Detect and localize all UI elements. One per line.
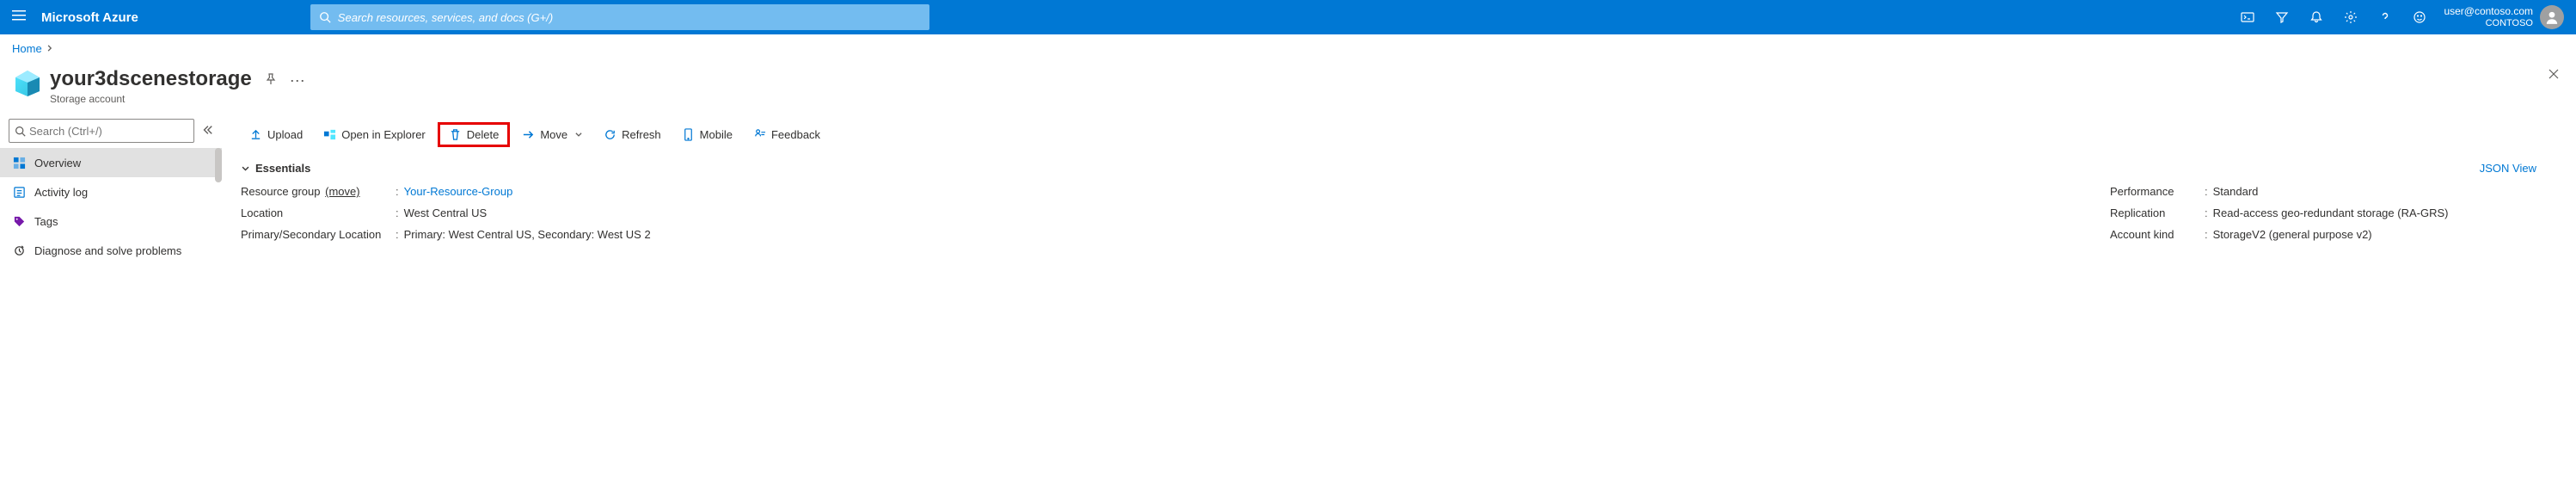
label-text: Account kind [2110,228,2205,241]
value-text: Standard [2213,185,2259,198]
json-view-link[interactable]: JSON View [2480,162,2536,175]
left-nav: Overview Activity log Tags Diagnose and … [0,114,222,265]
value-text: West Central US [404,206,488,219]
essentials-row-account-kind: Account kind : StorageV2 (general purpos… [2110,228,2557,241]
explorer-icon [323,128,336,141]
refresh-icon [604,128,616,141]
brand-label: Microsoft Azure [41,10,138,25]
move-label: Move [540,128,567,141]
directory-filter-button[interactable] [2265,0,2299,34]
essentials-row-location: Location : West Central US [241,206,2110,219]
upload-icon [249,128,262,141]
tags-icon [12,214,26,228]
page-subtitle: Storage account [50,93,252,105]
search-icon [319,11,331,23]
nav-search[interactable] [9,119,194,143]
more-actions-button[interactable]: ⋯ [290,72,307,90]
chevron-right-icon [46,42,54,55]
nav-item-activity-log[interactable]: Activity log [0,177,222,206]
delete-label: Delete [467,128,500,141]
overview-icon [12,156,26,169]
blade-header: your3dscenestorage Storage account ⋯ [0,62,2576,114]
trash-icon [449,128,462,141]
upload-button[interactable]: Upload [241,125,311,145]
feedback-label: Feedback [771,128,820,141]
global-header: Microsoft Azure user@contoso.com CONTOSO [0,0,2576,34]
essentials-row-resource-group: Resource group (move) : Your-Resource-Gr… [241,185,2110,198]
value-text: StorageV2 (general purpose v2) [2213,228,2372,241]
resource-group-link[interactable]: Your-Resource-Group [404,185,513,198]
collapse-nav-button[interactable] [201,124,213,139]
label-text: Replication [2110,206,2205,219]
search-icon [15,126,26,137]
nav-item-diagnose[interactable]: Diagnose and solve problems [0,236,222,265]
user-email: user@contoso.com [2444,5,2533,17]
nav-item-label: Overview [34,157,81,169]
move-button[interactable]: Move [513,125,592,145]
feedback-button[interactable]: Feedback [745,125,829,145]
scrollbar[interactable] [215,148,222,182]
feedback-smiley-button[interactable] [2402,0,2437,34]
value-text: Read-access geo-redundant storage (RA-GR… [2213,206,2449,219]
open-explorer-button[interactable]: Open in Explorer [315,125,434,145]
essentials-row-primary-secondary: Primary/Secondary Location : Primary: We… [241,228,2110,241]
nav-item-label: Tags [34,215,58,228]
diagnose-icon [12,243,26,257]
nav-item-overview[interactable]: Overview [0,148,222,177]
label-text: Performance [2110,185,2205,198]
hamburger-menu[interactable] [12,9,26,27]
mobile-icon [682,128,695,141]
refresh-label: Refresh [622,128,661,141]
content-area: Upload Open in Explorer Delete Move Refr… [222,114,2576,265]
tenant-name: CONTOSO [2486,18,2533,29]
chevron-down-icon [241,163,250,173]
help-button[interactable] [2368,0,2402,34]
move-link[interactable]: (move) [325,185,359,198]
breadcrumb-home[interactable]: Home [12,42,42,55]
global-search[interactable] [310,4,929,30]
close-blade-button[interactable] [2547,67,2561,85]
account-info[interactable]: user@contoso.com CONTOSO [2444,5,2533,29]
nav-item-label: Activity log [34,186,88,199]
page-title: your3dscenestorage [50,67,252,91]
nav-search-input[interactable] [29,125,188,138]
notifications-button[interactable] [2299,0,2334,34]
settings-button[interactable] [2334,0,2368,34]
essentials-body: Resource group (move) : Your-Resource-Gr… [241,185,2557,241]
delete-button[interactable]: Delete [438,122,511,147]
command-bar: Upload Open in Explorer Delete Move Refr… [241,119,2557,150]
open-explorer-label: Open in Explorer [341,128,426,141]
label-text: Location [241,206,396,219]
main-area: Overview Activity log Tags Diagnose and … [0,114,2576,265]
cloud-shell-button[interactable] [2230,0,2265,34]
chevron-down-icon [574,128,583,141]
essentials-row-replication: Replication : Read-access geo-redundant … [2110,206,2557,219]
mobile-button[interactable]: Mobile [673,125,741,145]
value-text: Primary: West Central US, Secondary: Wes… [404,228,651,241]
nav-item-label: Diagnose and solve problems [34,244,181,257]
activity-log-icon [12,185,26,199]
nav-item-tags[interactable]: Tags [0,206,222,236]
upload-label: Upload [267,128,303,141]
essentials-row-performance: Performance : Standard [2110,185,2557,198]
avatar[interactable] [2540,5,2564,29]
breadcrumb: Home [0,34,2576,62]
global-search-input[interactable] [338,11,921,24]
essentials-header-label: Essentials [255,162,310,175]
essentials-toggle[interactable]: Essentials [241,162,2557,175]
refresh-button[interactable]: Refresh [595,125,670,145]
storage-account-icon [12,67,43,98]
label-text: Primary/Secondary Location [241,228,396,241]
label-text: Resource group [241,185,321,198]
move-icon [522,128,535,141]
pin-button[interactable] [264,72,278,90]
mobile-label: Mobile [700,128,733,141]
feedback-icon [753,128,766,141]
